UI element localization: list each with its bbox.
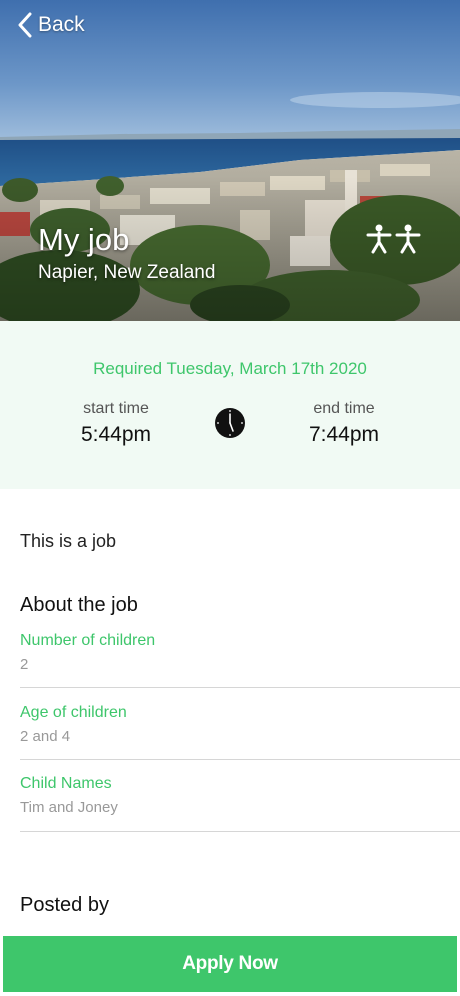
- back-button[interactable]: Back: [18, 12, 85, 38]
- detail-value: 2: [20, 656, 29, 673]
- required-date: Required Tuesday, March 17th 2020: [93, 359, 367, 378]
- divider: [20, 759, 460, 760]
- end-time-value: 7:44pm: [308, 423, 380, 446]
- divider: [20, 831, 460, 832]
- detail-child-names: Child Names Tim and Joney: [0, 775, 460, 832]
- detail-label: Child Names: [20, 775, 112, 792]
- end-time-block: end time 7:44pm: [274, 400, 414, 447]
- divider: [20, 687, 460, 688]
- clock-icon: [215, 408, 245, 438]
- detail-label: Number of children: [20, 632, 156, 649]
- page-title: My job: [38, 222, 130, 257]
- detail-age-of-children: Age of children 2 and 4: [0, 704, 460, 760]
- end-time-label: end time: [313, 400, 375, 417]
- chevron-left-icon: [18, 12, 32, 38]
- detail-number-of-children: Number of children 2: [0, 632, 460, 688]
- start-time-value: 5:44pm: [80, 423, 152, 446]
- apply-now-button[interactable]: Apply Now: [3, 936, 457, 992]
- start-time-block: start time 5:44pm: [46, 400, 186, 447]
- detail-value: Tim and Joney: [20, 799, 118, 816]
- schedule-panel: Required Tuesday, March 17th 2020 start …: [0, 321, 460, 489]
- job-description: This is a job: [20, 531, 117, 551]
- two-children-icon: [366, 224, 421, 254]
- back-label: Back: [38, 13, 85, 36]
- posted-by-title: Posted by: [20, 894, 109, 916]
- hero-header: Back My job Napier, New Zealand: [0, 0, 460, 321]
- job-location: Napier, New Zealand: [38, 262, 216, 283]
- detail-value: 2 and 4: [20, 728, 71, 745]
- start-time-label: start time: [83, 400, 149, 417]
- about-section-title: About the job: [20, 594, 138, 616]
- detail-label: Age of children: [20, 704, 127, 721]
